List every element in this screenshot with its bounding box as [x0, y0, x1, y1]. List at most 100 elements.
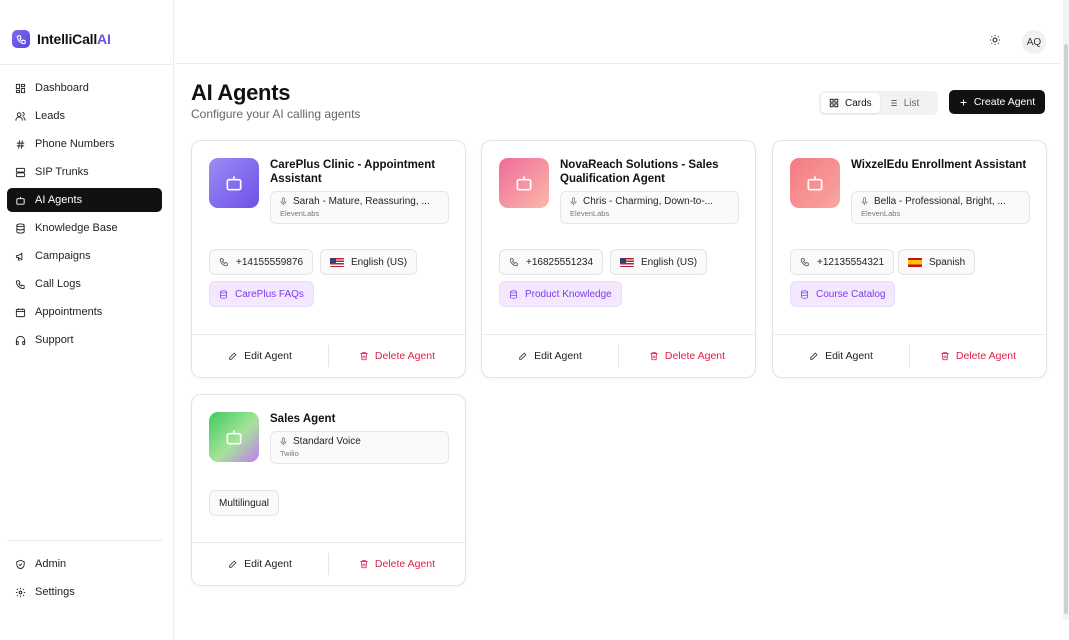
sidebar-item-label: Knowledge Base — [35, 222, 118, 234]
megaphone-icon — [15, 251, 23, 261]
delete-agent-label: Delete Agent — [374, 350, 436, 362]
database-icon — [220, 289, 227, 299]
delete-agent-button[interactable]: Delete Agent — [329, 350, 465, 362]
view-cards-label: Cards — [845, 97, 872, 109]
sidebar-item-label: Appointments — [35, 306, 103, 318]
card-footer: Edit Agent Delete Agent — [482, 334, 755, 377]
mic-icon — [861, 197, 868, 206]
topbar: AQ — [175, 0, 1061, 64]
delete-agent-label: Delete Agent — [664, 350, 726, 362]
mic-icon — [570, 197, 577, 206]
create-agent-label: Create Agent — [973, 96, 1036, 108]
view-toggle: Cards List — [819, 91, 938, 115]
voice-label: Bella - Professional, Bright, ... — [874, 196, 1006, 207]
edit-agent-button[interactable]: Edit Agent — [773, 350, 909, 362]
trash-icon — [650, 352, 658, 361]
mic-icon — [280, 437, 287, 446]
voice-provider: ElevenLabs — [570, 209, 610, 218]
hash-icon — [16, 139, 25, 149]
pencil-icon — [810, 352, 818, 360]
sidebar-item-knowledge-base[interactable]: Knowledge Base — [7, 216, 162, 240]
language-chip: Spanish — [898, 249, 976, 275]
app-logo[interactable]: IntelliCallAI — [12, 30, 111, 48]
scrollbar[interactable] — [1063, 0, 1069, 620]
sidebar-item-phone-numbers[interactable]: Phone Numbers — [7, 132, 162, 156]
pencil-icon — [519, 352, 527, 360]
sun-icon — [990, 35, 1000, 45]
card-footer: Edit Agent Delete Agent — [192, 542, 465, 585]
sidebar-item-settings[interactable]: Settings — [7, 580, 162, 604]
language-label: Multilingual — [219, 497, 270, 509]
edit-agent-button[interactable]: Edit Agent — [192, 558, 328, 570]
sidebar-nav: Dashboard Leads Phone Numbers SIP Trunks… — [7, 76, 162, 356]
voice-name: Chris - Charming, Down-to-... — [569, 196, 730, 207]
voice-name: Sarah - Mature, Reassuring, ... — [279, 196, 440, 207]
bot-icon — [226, 176, 242, 191]
database-icon — [16, 222, 25, 234]
agent-title: WixzelEdu Enrollment Assistant — [851, 159, 1027, 171]
agent-avatar — [209, 412, 259, 462]
spain-flag-icon — [908, 257, 922, 267]
sidebar-item-sip-trunks[interactable]: SIP Trunks — [7, 160, 162, 184]
edit-agent-button[interactable]: Edit Agent — [482, 350, 618, 362]
sidebar-item-label: Dashboard — [35, 82, 89, 94]
view-cards-button[interactable]: Cards — [821, 93, 880, 113]
delete-agent-button[interactable]: Delete Agent — [619, 350, 755, 362]
language-chip: Multilingual — [209, 490, 280, 516]
agent-card: Sales Agent Standard Voice Twilio Multil… — [191, 394, 466, 586]
knowledge-chip[interactable]: CarePlus FAQs — [209, 281, 314, 307]
shield-icon — [16, 559, 25, 569]
sidebar-item-appointments[interactable]: Appointments — [7, 300, 162, 324]
phone-logo-icon — [12, 30, 30, 48]
database-icon — [510, 289, 517, 299]
server-icon — [15, 167, 26, 177]
grid-icon — [829, 98, 839, 108]
phone-icon — [509, 258, 518, 267]
scrollbar-thumb[interactable] — [1064, 44, 1068, 614]
agent-card: WixzelEdu Enrollment Assistant Bella - P… — [772, 140, 1047, 378]
voice-box: Bella - Professional, Bright, ... Eleven… — [851, 191, 1030, 224]
pencil-icon — [229, 352, 237, 360]
knowledge-label: CarePlus FAQs — [235, 288, 304, 300]
sidebar: IntelliCallAI Dashboard Leads Phone Numb… — [0, 0, 174, 640]
page-subtitle: Configure your AI calling agents — [191, 107, 361, 121]
sidebar-item-ai-agents[interactable]: AI Agents — [7, 188, 162, 212]
voice-box: Chris - Charming, Down-to-... ElevenLabs — [560, 191, 739, 224]
grid-icon — [15, 83, 26, 93]
view-list-button[interactable]: List — [880, 93, 928, 113]
voice-name: Bella - Professional, Bright, ... — [860, 196, 1021, 207]
delete-agent-button[interactable]: Delete Agent — [910, 350, 1046, 362]
list-icon — [888, 100, 897, 106]
sidebar-item-call-logs[interactable]: Call Logs — [7, 272, 162, 296]
database-icon — [801, 289, 808, 299]
card-footer: Edit Agent Delete Agent — [192, 334, 465, 377]
sidebar-item-campaigns[interactable]: Campaigns — [7, 244, 162, 268]
sidebar-item-dashboard[interactable]: Dashboard — [7, 76, 162, 100]
theme-toggle-button[interactable] — [987, 32, 1003, 48]
sidebar-item-label: Leads — [35, 110, 65, 122]
sidebar-item-label: Campaigns — [35, 250, 91, 262]
delete-agent-button[interactable]: Delete Agent — [329, 558, 465, 570]
sidebar-item-label: Settings — [35, 586, 75, 598]
bot-icon — [516, 176, 532, 191]
phone-chip: +14155559876 — [209, 249, 314, 275]
knowledge-chip[interactable]: Course Catalog — [790, 281, 896, 307]
edit-agent-label: Edit Agent — [534, 350, 582, 362]
language-label: English (US) — [641, 256, 698, 268]
sidebar-item-label: Phone Numbers — [35, 138, 115, 150]
sidebar-item-admin[interactable]: Admin — [7, 552, 162, 576]
agent-avatar — [499, 158, 549, 208]
create-agent-button[interactable]: Create Agent — [949, 90, 1045, 114]
voice-provider: Twilio — [280, 449, 299, 458]
knowledge-chip[interactable]: Product Knowledge — [499, 281, 622, 307]
sidebar-item-support[interactable]: Support — [7, 328, 162, 352]
avatar[interactable]: AQ — [1022, 30, 1046, 54]
phone-chip: +12135554321 — [790, 249, 895, 275]
phone-chip: +16825551234 — [499, 249, 604, 275]
calendar-icon — [15, 307, 26, 317]
sidebar-item-leads[interactable]: Leads — [7, 104, 162, 128]
voice-name: Standard Voice — [279, 436, 440, 447]
edit-agent-button[interactable]: Edit Agent — [192, 350, 328, 362]
users-icon — [15, 111, 26, 121]
agent-title: Sales Agent — [270, 413, 336, 425]
